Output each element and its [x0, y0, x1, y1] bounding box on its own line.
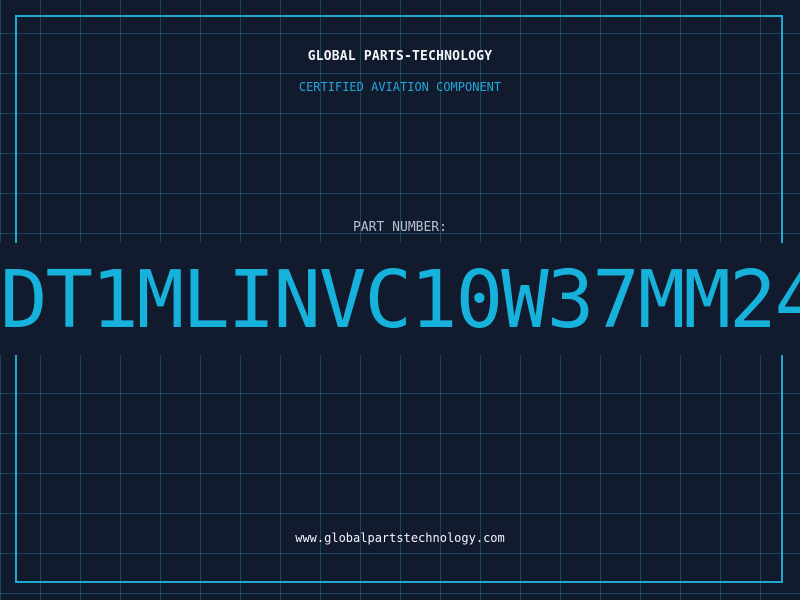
part-number-value: DT1MLINVC10W37MM249: [0, 254, 800, 346]
company-name: GLOBAL PARTS-TECHNOLOGY: [307, 49, 493, 64]
website-url: www.globalpartstechnology.com: [295, 531, 505, 545]
certificate-card: GLOBAL PARTS-TECHNOLOGY CERTIFIED AVIATI…: [0, 0, 800, 600]
certification-subtitle: CERTIFIED AVIATION COMPONENT: [298, 80, 502, 94]
part-number-label: PART NUMBER:: [353, 220, 447, 235]
